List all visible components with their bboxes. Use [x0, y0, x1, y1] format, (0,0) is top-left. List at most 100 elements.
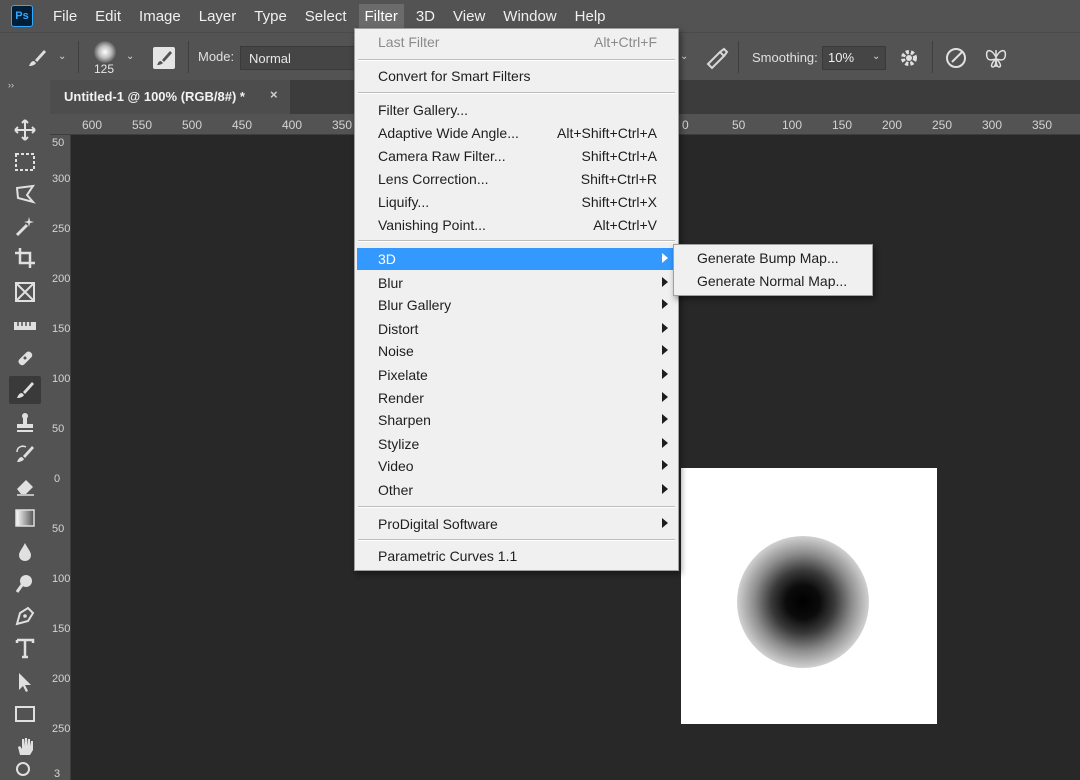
ruler-label: 500: [182, 118, 203, 132]
menu-item-video[interactable]: Video: [357, 455, 676, 477]
smoothing-options-button[interactable]: [898, 47, 920, 74]
chevron-down-icon[interactable]: ⌄: [872, 51, 880, 62]
airbrush-toggle[interactable]: [704, 46, 730, 75]
menu-item-generate-bump-map[interactable]: Generate Bump Map...: [676, 247, 870, 269]
menu-item-camera-raw[interactable]: Camera Raw Filter... Shift+Ctrl+A: [357, 145, 676, 167]
menu-item-vanishing-point[interactable]: Vanishing Point... Alt+Ctrl+V: [357, 214, 676, 236]
mode-label: Mode:: [198, 49, 235, 64]
menu-item-blur-gallery[interactable]: Blur Gallery: [357, 294, 676, 316]
menu-separator: [358, 92, 675, 94]
document-tab[interactable]: Untitled-1 @ 100% (RGB/8#) * ×: [50, 80, 290, 114]
menu-3d[interactable]: 3D: [410, 4, 441, 29]
zoom-tool-icon[interactable]: [9, 760, 41, 780]
submenu-arrow-icon: [662, 369, 668, 379]
brush-tool-icon[interactable]: [9, 376, 41, 404]
menu-layer[interactable]: Layer: [193, 4, 243, 29]
menu-item-lens-correction[interactable]: Lens Correction... Shift+Ctrl+R: [357, 168, 676, 190]
ruler-label: 200: [52, 673, 71, 685]
hand-tool-icon[interactable]: [9, 732, 41, 760]
ruler-label: 450: [232, 118, 253, 132]
history-brush-tool-icon[interactable]: [9, 440, 41, 468]
menu-item-blur[interactable]: Blur: [357, 272, 676, 294]
clone-stamp-tool-icon[interactable]: [9, 408, 41, 436]
submenu-arrow-icon: [662, 438, 668, 448]
menu-item-render[interactable]: Render: [357, 387, 676, 409]
gear-icon: [901, 50, 917, 66]
submenu-arrow-icon: [662, 460, 668, 470]
type-tool-icon[interactable]: [9, 634, 41, 662]
menu-item-prodigital-software[interactable]: ProDigital Software: [357, 513, 676, 535]
chevron-down-icon[interactable]: ⌄: [680, 51, 688, 62]
ruler-label: 600: [82, 118, 103, 132]
menu-file[interactable]: File: [47, 4, 83, 29]
submenu-arrow-icon: [662, 253, 668, 263]
menu-item-stylize[interactable]: Stylize: [357, 433, 676, 455]
submenu-arrow-icon: [662, 277, 668, 287]
menu-help[interactable]: Help: [569, 4, 612, 29]
menu-type[interactable]: Type: [248, 4, 293, 29]
gradient-tool-icon[interactable]: [9, 504, 41, 532]
menu-separator: [358, 59, 675, 61]
menu-item-parametric-curves[interactable]: Parametric Curves 1.1: [357, 545, 676, 567]
chevron-down-icon[interactable]: ⌄: [58, 51, 66, 62]
menu-item-pixelate[interactable]: Pixelate: [357, 364, 676, 386]
divider: [932, 41, 933, 73]
menu-image[interactable]: Image: [133, 4, 187, 29]
menu-item-3d[interactable]: 3D: [357, 248, 676, 270]
menu-item-last-filter[interactable]: Last Filter Alt+Ctrl+F: [357, 31, 676, 53]
submenu-arrow-icon: [662, 392, 668, 402]
magic-wand-tool-icon[interactable]: [9, 212, 41, 240]
symmetry-button[interactable]: [983, 45, 1009, 76]
soft-brush-dot: [737, 536, 869, 668]
dodge-tool-icon[interactable]: [9, 570, 41, 598]
frame-tool-icon[interactable]: [9, 278, 41, 306]
menu-edit[interactable]: Edit: [89, 4, 127, 29]
chevron-down-icon[interactable]: ⌄: [126, 51, 134, 62]
menu-filter[interactable]: Filter: [358, 3, 404, 29]
lasso-tool-icon[interactable]: [9, 180, 41, 208]
rectangle-tool-icon[interactable]: [9, 700, 41, 728]
toolbox-collapse-toggle[interactable]: ››: [0, 80, 50, 94]
menu-window[interactable]: Window: [497, 4, 562, 29]
blur-tool-icon[interactable]: [9, 538, 41, 566]
toolbox: [0, 94, 50, 780]
menu-view[interactable]: View: [447, 4, 491, 29]
document-canvas[interactable]: [681, 468, 937, 724]
move-tool-icon[interactable]: [9, 116, 41, 144]
brush-preset-preview[interactable]: [94, 41, 116, 63]
path-selection-tool-icon[interactable]: [9, 668, 41, 696]
ruler-label: 50: [52, 423, 65, 435]
menu-item-sharpen[interactable]: Sharpen: [357, 409, 676, 431]
menu-item-adaptive-wide-angle[interactable]: Adaptive Wide Angle... Alt+Shift+Ctrl+A: [357, 122, 676, 144]
photoshop-logo-icon[interactable]: Ps: [11, 5, 33, 27]
menu-item-noise[interactable]: Noise: [357, 340, 676, 362]
menu-item-other[interactable]: Other: [357, 479, 676, 501]
eraser-tool-icon[interactable]: [9, 472, 41, 500]
pen-tool-icon[interactable]: [9, 602, 41, 630]
ruler-label: 150: [52, 323, 71, 335]
menu-item-generate-normal-map[interactable]: Generate Normal Map...: [676, 270, 870, 292]
menu-item-filter-gallery[interactable]: Filter Gallery...: [357, 99, 676, 121]
divider: [78, 41, 79, 73]
ruler-label: 400: [282, 118, 303, 132]
brush-size-value: 125: [94, 62, 115, 76]
menu-item-distort[interactable]: Distort: [357, 318, 676, 340]
close-icon[interactable]: ×: [270, 87, 278, 102]
menu-item-liquify[interactable]: Liquify... Shift+Ctrl+X: [357, 191, 676, 213]
menu-item-convert-smart-filters[interactable]: Convert for Smart Filters: [357, 65, 676, 87]
pressure-icon: [946, 48, 966, 68]
brush-settings-panel-toggle[interactable]: [153, 47, 175, 69]
tool-preset-picker[interactable]: [26, 47, 48, 69]
mode-select[interactable]: Normal: [240, 46, 358, 70]
pressure-opacity-button[interactable]: [944, 46, 968, 75]
ruler-label: 350: [332, 118, 353, 132]
marquee-tool-icon[interactable]: [9, 148, 41, 176]
menu-select[interactable]: Select: [299, 4, 353, 29]
submenu-arrow-icon: [662, 345, 668, 355]
crop-tool-icon[interactable]: [9, 244, 41, 272]
butterfly-icon: [985, 49, 1007, 68]
ruler-tool-icon[interactable]: [9, 312, 41, 340]
ruler-label: 350: [1032, 118, 1053, 132]
submenu-arrow-icon: [662, 323, 668, 333]
healing-brush-tool-icon[interactable]: [9, 344, 41, 372]
